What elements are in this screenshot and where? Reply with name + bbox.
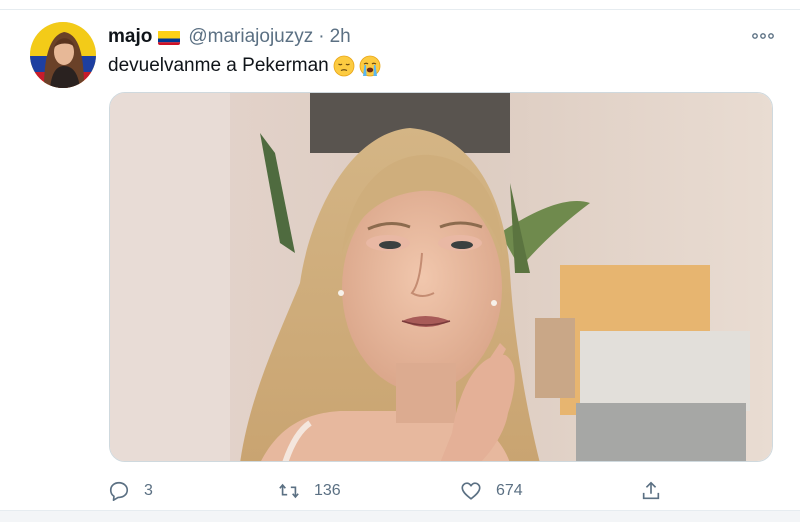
reply-button[interactable]: 3 xyxy=(108,476,153,506)
like-button[interactable]: 674 xyxy=(460,476,523,506)
share-icon xyxy=(642,481,660,500)
share-button[interactable] xyxy=(640,476,662,506)
tweet-header: majo @mariajojuzyz · 2h xyxy=(108,25,351,49)
tweet-text-content: devuelvanme a Pekerman xyxy=(108,55,329,76)
retweet-count: 136 xyxy=(314,482,341,499)
top-divider xyxy=(0,0,800,10)
reply-icon xyxy=(109,481,129,501)
colombia-flag-icon xyxy=(158,30,181,45)
tweet-text: devuelvanme a Pekerman xyxy=(108,54,381,78)
like-icon xyxy=(461,482,481,500)
tweet-actions: 3 136 674 xyxy=(108,476,668,506)
reply-count: 3 xyxy=(144,482,153,499)
loudly-crying-face-icon xyxy=(359,55,381,77)
tweet-media-image[interactable] xyxy=(109,92,773,462)
avatar[interactable] xyxy=(30,22,96,88)
display-name[interactable]: majo xyxy=(108,26,152,48)
timestamp[interactable]: 2h xyxy=(330,26,351,48)
bottom-divider xyxy=(0,510,800,522)
like-count: 674 xyxy=(496,482,523,499)
pensive-face-icon xyxy=(333,55,355,77)
retweet-button[interactable]: 136 xyxy=(278,476,341,506)
user-handle[interactable]: @mariajojuzyz xyxy=(188,26,313,48)
header-separator: · xyxy=(318,26,325,47)
tweet-page: majo @mariajojuzyz · 2h devuelvanme a Pe… xyxy=(0,0,800,522)
retweet-icon xyxy=(279,483,299,499)
more-icon[interactable] xyxy=(748,26,778,46)
